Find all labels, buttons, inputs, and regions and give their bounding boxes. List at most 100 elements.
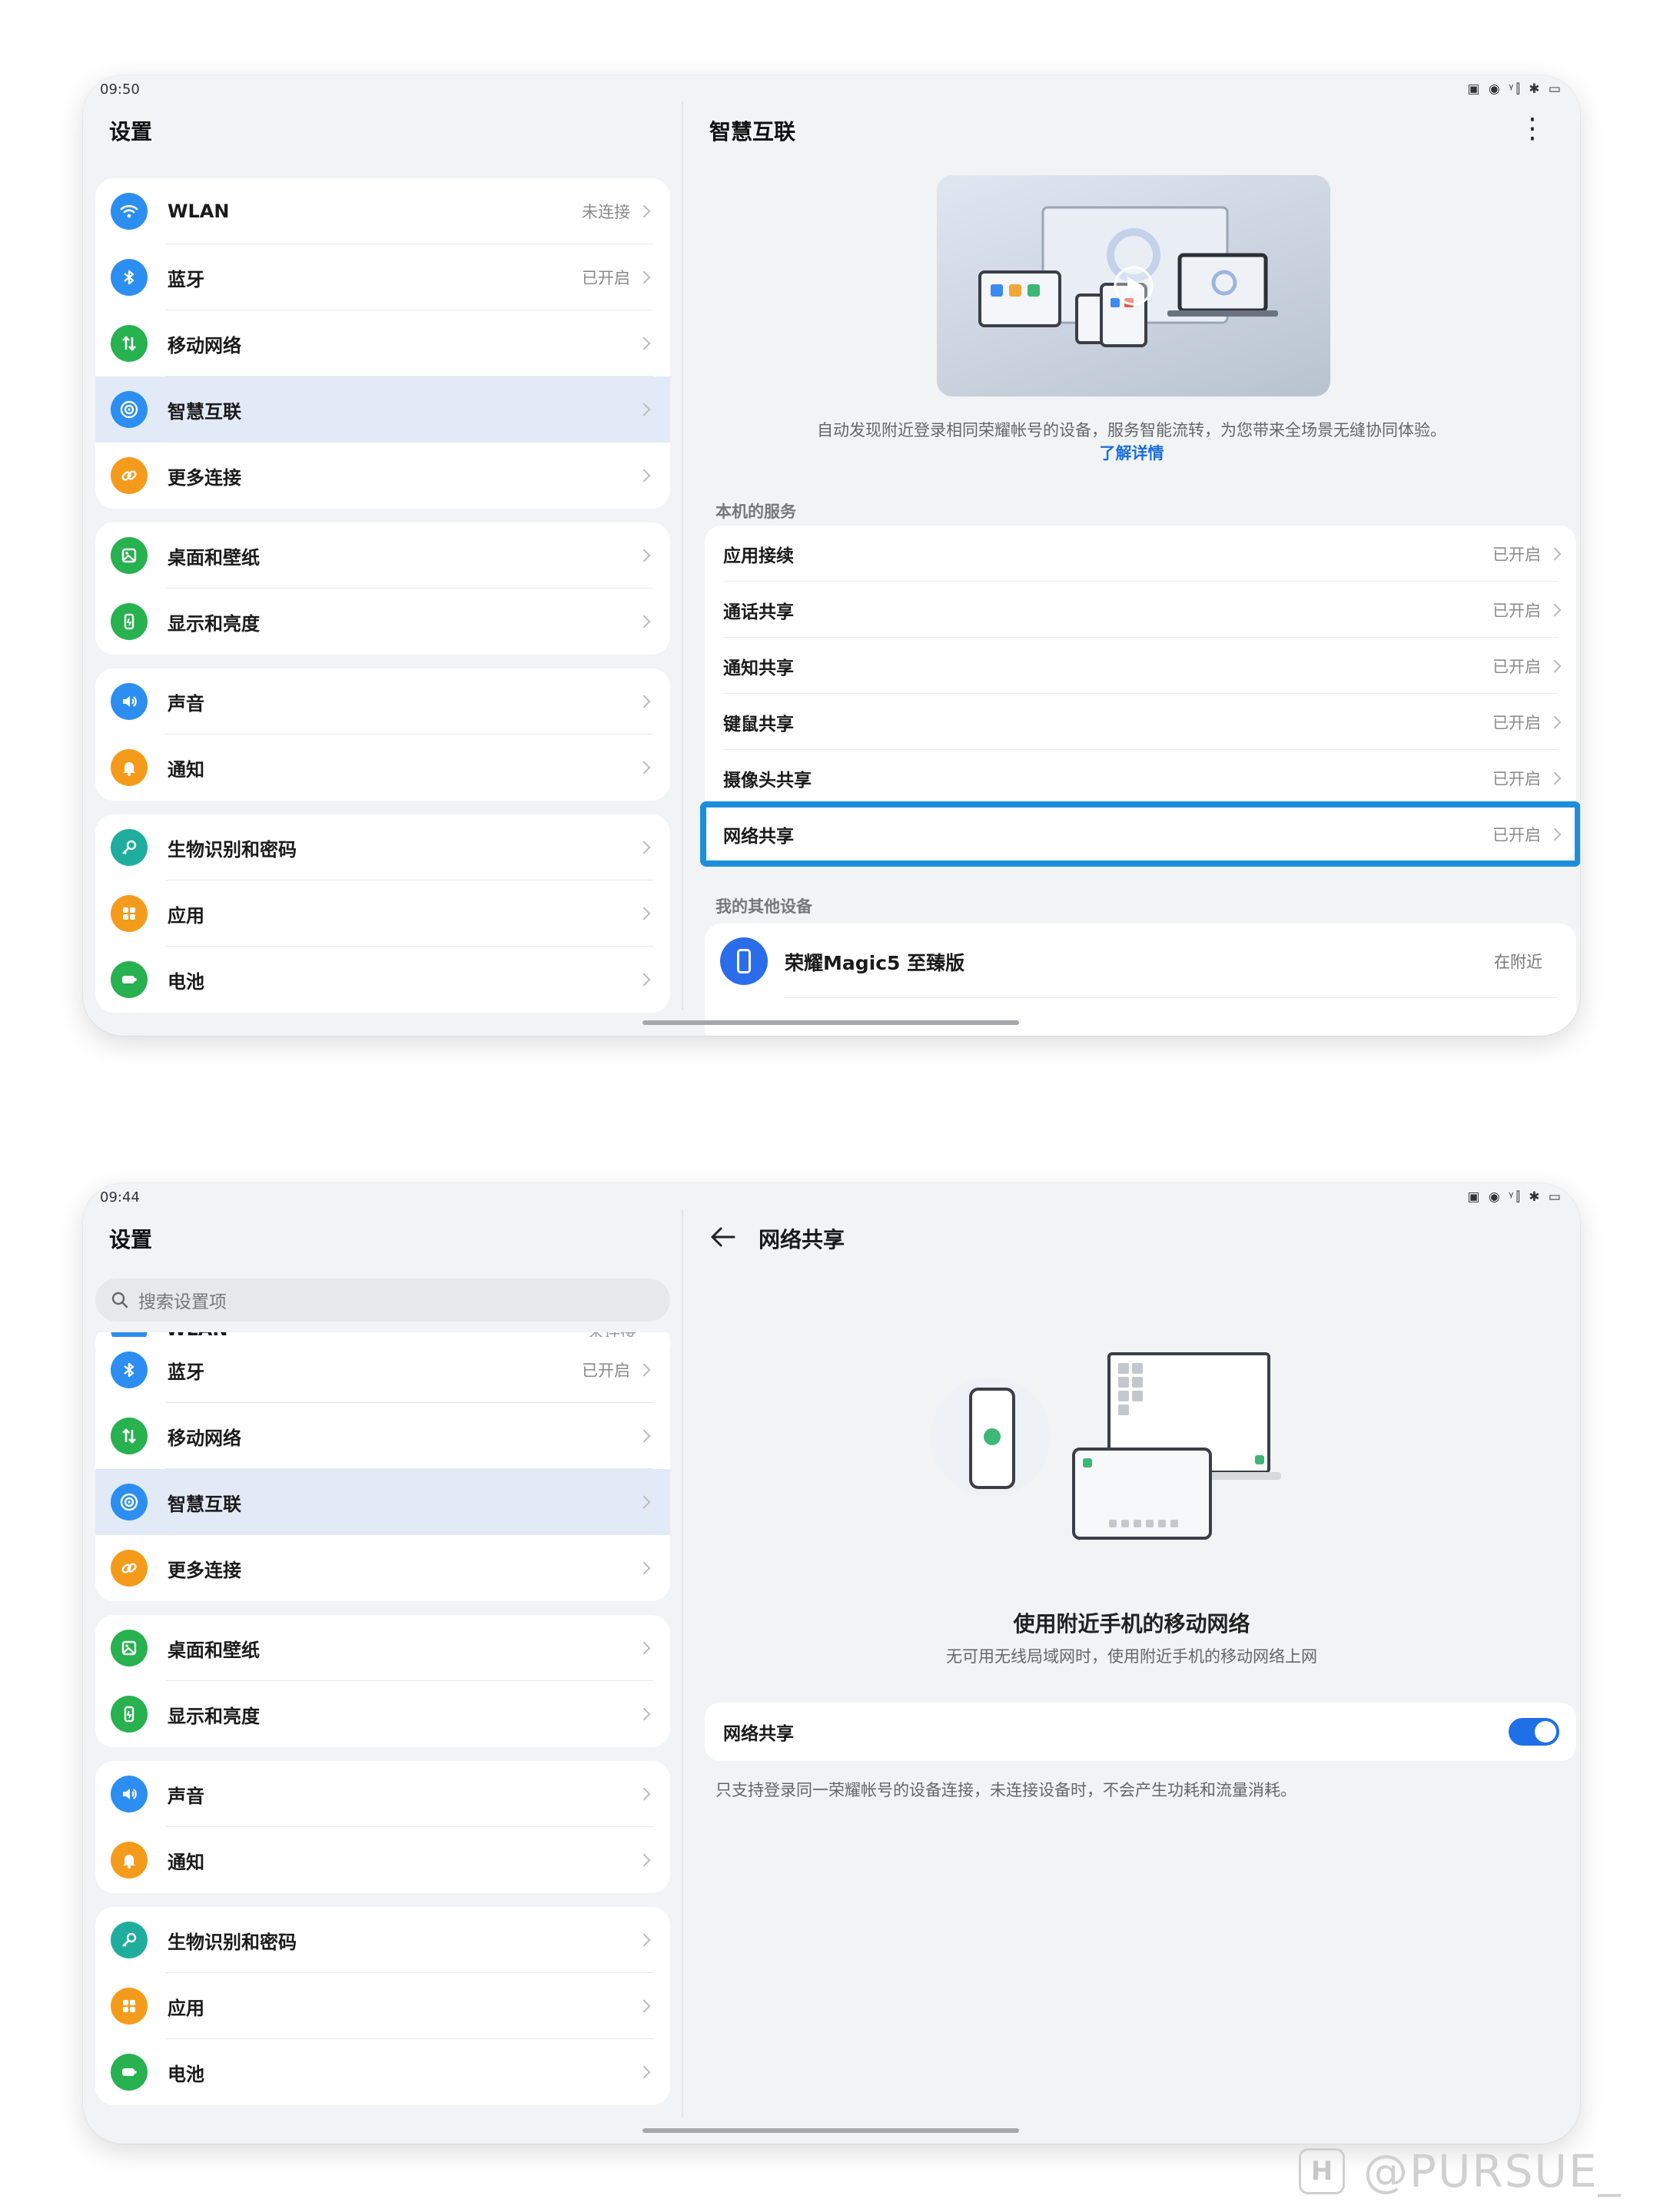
settings-item[interactable]: 显示和亮度 (95, 1681, 670, 1747)
settings-item-label: 智慧互联 (168, 400, 241, 423)
intro-video[interactable] (937, 175, 1330, 396)
divider (785, 997, 1558, 998)
bluetooth-icon (111, 259, 148, 296)
settings-item[interactable]: 生物识别和密码 (95, 1907, 670, 1973)
wifi-icon (111, 193, 148, 230)
toggle-knob (1535, 1721, 1556, 1743)
feature-subtitle: 无可用无线局域网时，使用附近手机的移动网络上网 (946, 1647, 1317, 1666)
service-status: 已开启 (1492, 769, 1541, 788)
settings-item[interactable]: 声音 (95, 1761, 670, 1827)
chevron-right-icon (637, 204, 651, 218)
settings-item[interactable]: 显示和亮度 (95, 589, 670, 655)
settings-item[interactable]: 声音 (95, 668, 670, 735)
settings-item[interactable]: 生物识别和密码 (95, 814, 670, 880)
settings-item[interactable]: 蓝牙 已开启 (95, 244, 670, 310)
watermark-logo-icon: H (1299, 2148, 1345, 2194)
settings-item-label: 通知 (168, 758, 204, 781)
network-sharing-toggle[interactable] (1509, 1718, 1559, 1746)
chevron-right-icon (637, 841, 651, 854)
other-devices-list: 荣耀Magic5 至臻版 在附近 (705, 924, 1576, 1036)
settings-item[interactable]: WLAN 未连接 (95, 178, 670, 244)
chevron-right-icon (637, 2065, 651, 2079)
bell-icon (111, 749, 148, 786)
battery-icon (111, 2054, 148, 2091)
settings-item[interactable]: 移动网络 (95, 1403, 670, 1469)
service-item[interactable]: 网络共享 已开启 (700, 801, 1580, 867)
service-status: 已开启 (1492, 601, 1541, 620)
chevron-right-icon (1548, 603, 1562, 616)
chevron-right-icon (637, 1641, 651, 1655)
key-icon (111, 1922, 148, 1958)
settings-item-label: 声音 (168, 692, 204, 715)
settings-item[interactable]: 桌面和壁纸 (95, 1615, 670, 1681)
settings-item-label: 移动网络 (168, 334, 241, 357)
settings-item[interactable]: 应用 (95, 1973, 670, 2039)
page-title: 网络共享 (759, 1227, 845, 1252)
service-item[interactable]: 通知共享 已开启 (705, 638, 1576, 694)
service-item[interactable]: 通话共享 已开启 (705, 582, 1576, 638)
settings-item[interactable]: 智慧互联 (95, 376, 670, 443)
service-status: 已开启 (1492, 825, 1541, 844)
tablet-screen-a: 09:50 ▣ ◉ ᵞ⫿ ✱ ▭ 设置 WLAN 未连接 蓝牙 已开启 移动网络 智慧互联… (83, 75, 1580, 1036)
search-input[interactable]: 搜索设置项 (95, 1278, 670, 1322)
chevron-right-icon (637, 549, 651, 562)
settings-item[interactable]: 通知 (95, 1827, 670, 1893)
settings-item-label: WLAN (168, 201, 230, 222)
service-label: 通话共享 (723, 602, 794, 622)
tablet-screen-b: 09:44 ▣ ◉ ᵞ⫿ ✱ ▭ 设置 WLAN 未连接 搜索设置项 蓝牙 已开启… (83, 1183, 1580, 2144)
link-icon (111, 1550, 148, 1587)
chevron-right-icon (637, 270, 651, 284)
display-icon (111, 1696, 148, 1733)
bluetooth-icon (111, 1351, 148, 1388)
apps-icon (111, 1988, 148, 2025)
chevron-right-icon (637, 615, 651, 628)
chevron-right-icon (637, 1561, 651, 1575)
settings-item[interactable]: 蓝牙 已开启 (95, 1337, 670, 1403)
settings-group: 蓝牙 已开启移动网络智慧互联更多连接 (95, 1337, 670, 1601)
home-indicator[interactable] (642, 2128, 1019, 2133)
settings-item[interactable]: 通知 (95, 735, 670, 801)
settings-group: 桌面和壁纸 显示和亮度 (95, 522, 670, 655)
device-name[interactable]: 荣耀Magic5 至臻版 (785, 948, 964, 976)
service-item[interactable]: 键鼠共享 已开启 (705, 694, 1576, 750)
learn-more-link[interactable]: 了解详情 (683, 441, 1580, 464)
settings-item-label: 电池 (168, 2063, 204, 2085)
watermark-text: @PURSUE_ (1363, 2145, 1622, 2197)
settings-item-label: 更多连接 (168, 466, 241, 489)
settings-group: 声音 通知 (95, 668, 670, 801)
settings-item-label: 通知 (168, 1851, 204, 1873)
chevron-right-icon (637, 973, 651, 987)
service-item[interactable]: 摄像头共享 已开启 (705, 750, 1576, 806)
settings-item[interactable]: 更多连接 (95, 1535, 670, 1601)
settings-group: 生物识别和密码 应用 电池 (95, 814, 670, 1013)
watermark: H @PURSUE_ (1299, 2141, 1622, 2202)
settings-group: 桌面和壁纸 显示和亮度 (95, 1615, 670, 1747)
page-title: 智慧互联 (709, 119, 796, 144)
apps-icon (111, 895, 148, 932)
settings-item[interactable]: 智慧互联 (95, 1469, 670, 1535)
settings-item-value: 已开启 (582, 269, 630, 287)
mobile-data-icon (111, 1418, 148, 1454)
more-options-icon[interactable]: ⋮ (1519, 115, 1546, 143)
chevron-right-icon (637, 907, 651, 920)
home-indicator[interactable] (642, 1020, 1019, 1025)
settings-item[interactable]: 电池 (95, 2039, 670, 2105)
smart-connect-icon (111, 1484, 148, 1521)
chevron-right-icon (637, 761, 651, 774)
sound-icon (111, 1776, 148, 1812)
back-arrow-icon[interactable] (708, 1222, 739, 1252)
scroll-shade (95, 1322, 670, 1332)
settings-item[interactable]: 应用 (95, 880, 670, 947)
settings-item[interactable]: 移动网络 (95, 310, 670, 376)
settings-item[interactable]: 桌面和壁纸 (95, 522, 670, 589)
chevron-right-icon (637, 1429, 651, 1443)
sharing-note: 只支持登录同一荣耀帐号的设备连接，未连接设备时，不会产生功耗和流量消耗。 (715, 1781, 1296, 1799)
service-item[interactable]: 应用接续 已开启 (705, 526, 1576, 582)
settings-item-label: 移动网络 (168, 1427, 241, 1449)
settings-item-label: 智慧互联 (168, 1493, 241, 1515)
service-label: 键鼠共享 (723, 714, 794, 735)
settings-item[interactable]: 电池 (95, 947, 670, 1013)
search-placeholder: 搜索设置项 (138, 1292, 227, 1312)
settings-item[interactable]: 更多连接 (95, 443, 670, 509)
chevron-right-icon (1548, 715, 1562, 728)
